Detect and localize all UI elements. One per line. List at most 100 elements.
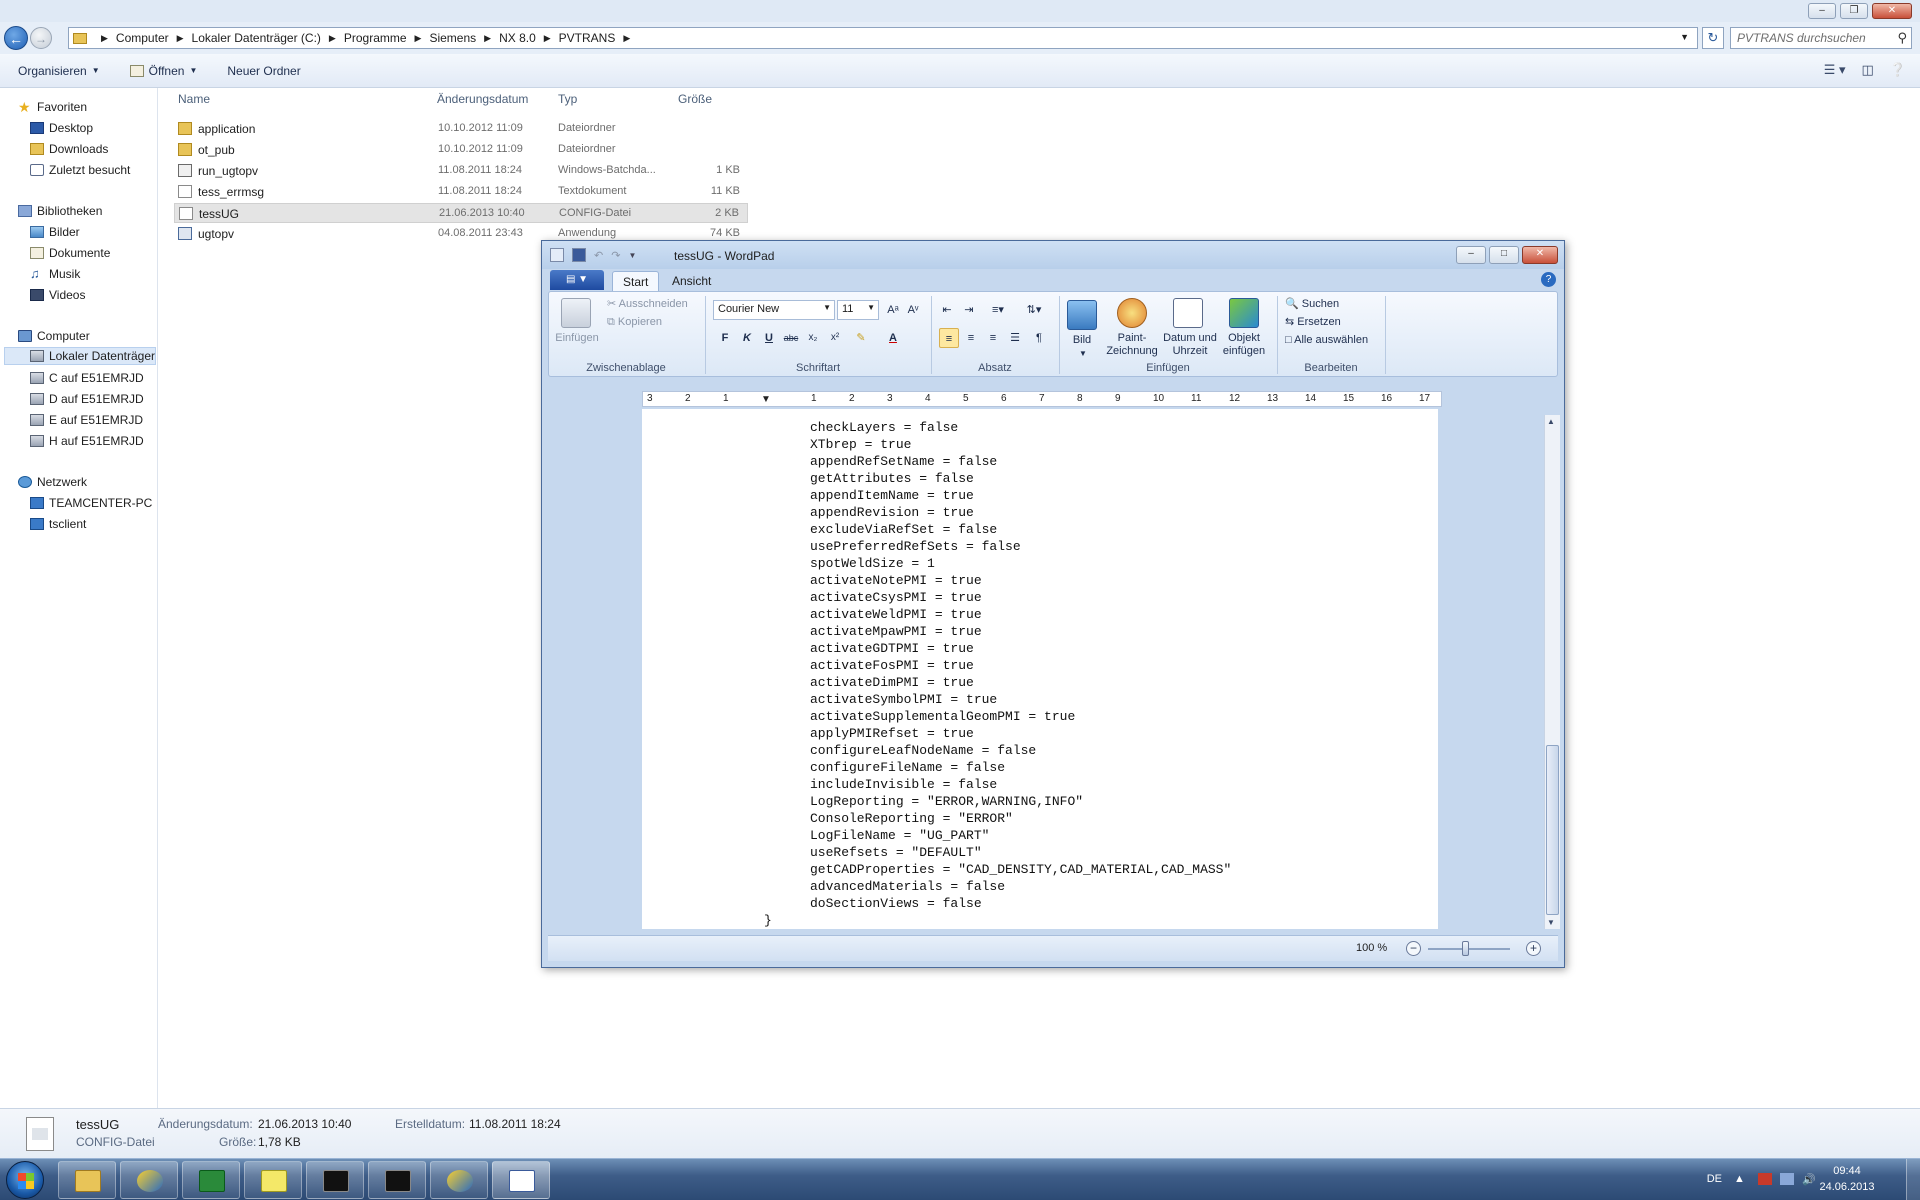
taskbar-cmd-1[interactable] [306, 1161, 364, 1199]
document-page[interactable]: checkLayers = false XTbrep = true appendRe… [642, 409, 1438, 929]
subscript-button[interactable]: x₂ [803, 328, 823, 348]
forward-button[interactable]: → [30, 27, 52, 49]
save-icon[interactable] [572, 248, 586, 262]
chevron-right-icon[interactable]: ▶ [484, 33, 491, 44]
chevron-right-icon[interactable]: ▶ [544, 33, 551, 44]
paste-button[interactable]: Einfügen [555, 332, 599, 345]
zoom-in-button[interactable]: + [1526, 941, 1541, 956]
file-row[interactable]: run_ugtopv 11.08.2011 18:24 Windows-Batc… [174, 161, 748, 181]
redo-icon[interactable]: ↷ [611, 249, 620, 262]
taskbar-excel[interactable] [182, 1161, 240, 1199]
nav-h-drive[interactable]: H auf E51EMRJD [30, 432, 144, 450]
decrease-indent-button[interactable]: ⇤ [937, 300, 957, 320]
file-row[interactable]: tess_errmsg 11.08.2011 18:24 Textdokumen… [174, 182, 748, 202]
chevron-down-icon[interactable]: ▼ [1680, 32, 1689, 42]
file-row-selected[interactable]: tessUG 21.06.2013 10:40 CONFIG-Datei 2 K… [174, 203, 748, 223]
breadcrumb-local-disk[interactable]: Lokaler Datenträger (C:) [192, 31, 321, 45]
nav-pictures[interactable]: Bilder [30, 223, 80, 241]
tab-start[interactable]: Start [612, 271, 660, 291]
minimize-button[interactable]: – [1808, 3, 1836, 19]
indent-marker-icon[interactable]: ▼ [761, 394, 771, 405]
align-right-button[interactable]: ≡ [983, 328, 1003, 348]
search-icon[interactable]: ⚲ [1897, 30, 1907, 46]
cut-button[interactable]: ✂ Ausschneiden [607, 298, 688, 311]
refresh-button[interactable]: ↻ [1702, 27, 1724, 49]
network-status-icon[interactable] [1780, 1173, 1794, 1185]
nav-computer[interactable]: Computer [18, 327, 90, 345]
line-spacing-button[interactable]: ⇅▾ [1019, 300, 1049, 320]
column-header-size[interactable]: Größe [678, 92, 712, 110]
show-desktop-button[interactable] [1906, 1159, 1920, 1200]
zoom-out-button[interactable]: − [1406, 941, 1421, 956]
open-button[interactable]: Öffnen ▼ [129, 64, 197, 78]
underline-button[interactable]: U [759, 328, 779, 348]
select-all-button[interactable]: □ Alle auswählen [1285, 334, 1368, 347]
nav-e-drive[interactable]: E auf E51EMRJD [30, 411, 143, 429]
paint-drawing-button[interactable]: Paint- Zeichnung [1103, 332, 1161, 358]
undo-icon[interactable]: ↶ [594, 249, 603, 262]
show-hidden-icons-icon[interactable]: ▲ [1734, 1173, 1748, 1185]
nav-desktop[interactable]: Desktop [30, 119, 93, 137]
nav-d-drive[interactable]: D auf E51EMRJD [30, 390, 144, 408]
clock-date[interactable]: 24.06.2013 [1812, 1181, 1882, 1193]
new-folder-button[interactable]: Neuer Ordner [227, 64, 300, 78]
taskbar-notes[interactable] [244, 1161, 302, 1199]
chevron-right-icon[interactable]: ▶ [415, 33, 422, 44]
chevron-right-icon[interactable]: ▶ [329, 33, 336, 44]
increase-indent-button[interactable]: ⇥ [959, 300, 979, 320]
view-options-icon[interactable]: ☰ ▾ [1824, 62, 1846, 78]
search-input[interactable]: PVTRANS durchsuchen ⚲ [1730, 27, 1912, 49]
font-size-select[interactable]: 11 ▼ [837, 300, 879, 320]
nav-favorites[interactable]: ★ Favoriten [18, 98, 87, 116]
breadcrumb-programme[interactable]: Programme [344, 31, 407, 45]
help-icon[interactable]: ? [1541, 272, 1556, 287]
insert-object-button[interactable]: Objekt einfügen [1219, 332, 1269, 358]
action-center-icon[interactable] [1758, 1173, 1772, 1185]
file-row[interactable]: ot_pub 10.10.2012 11:09 Dateiordner [174, 140, 748, 160]
paragraph-button[interactable]: ¶ [1029, 328, 1049, 348]
back-button[interactable]: ← [4, 26, 28, 50]
justify-button[interactable]: ☰ [1005, 328, 1025, 348]
scroll-up-arrow[interactable]: ▲ [1547, 417, 1555, 426]
file-row[interactable]: application 10.10.2012 11:09 Dateiordner [174, 119, 748, 139]
find-button[interactable]: 🔍 Suchen [1285, 298, 1339, 311]
chevron-down-icon[interactable]: ▼ [1079, 347, 1087, 360]
taskbar-pvtrans[interactable] [430, 1161, 488, 1199]
ruler[interactable]: 3 2 1 1 2 3 4 5 6 7 8 9 10 11 12 13 14 15 16 17 ▼ [642, 391, 1442, 407]
breadcrumb-pvtrans[interactable]: PVTRANS [559, 31, 616, 45]
nav-documents[interactable]: Dokumente [30, 244, 110, 262]
chevron-down-icon[interactable]: ▼ [628, 251, 636, 260]
breadcrumb-computer[interactable]: Computer [116, 31, 169, 45]
strikethrough-button[interactable]: abc [781, 328, 801, 348]
minimize-button[interactable]: – [1456, 246, 1486, 264]
highlight-color-button[interactable]: ✎ [851, 328, 871, 348]
superscript-button[interactable]: x² [825, 328, 845, 348]
nav-local-disk[interactable]: Lokaler Datenträger [4, 347, 156, 365]
calendar-icon[interactable] [1173, 298, 1203, 328]
datetime-button[interactable]: Datum und Uhrzeit [1161, 332, 1219, 358]
breadcrumb-siemens[interactable]: Siemens [429, 31, 476, 45]
nav-tsclient[interactable]: tsclient [30, 515, 86, 533]
tab-view[interactable]: Ansicht [662, 271, 721, 291]
taskbar-nx[interactable] [120, 1161, 178, 1199]
nav-recent[interactable]: Zuletzt besucht [30, 161, 130, 179]
paste-icon[interactable] [561, 298, 591, 328]
bullets-button[interactable]: ≡▾ [983, 300, 1013, 320]
object-icon[interactable] [1229, 298, 1259, 328]
organize-button[interactable]: Organisieren ▼ [18, 64, 100, 78]
app-menu-button[interactable]: ▤ ▼ [550, 270, 604, 290]
nav-teamcenter[interactable]: TEAMCENTER-PC [30, 494, 152, 512]
restore-button[interactable]: ❐ [1840, 3, 1868, 19]
close-button[interactable]: ✕ [1872, 3, 1912, 19]
font-family-select[interactable]: Courier New ▼ [713, 300, 835, 320]
clock-time[interactable]: 09:44 [1812, 1165, 1882, 1177]
taskbar-explorer[interactable] [58, 1161, 116, 1199]
start-button[interactable] [6, 1161, 44, 1199]
column-header-name[interactable]: Name [178, 92, 210, 110]
column-header-type[interactable]: Typ [558, 92, 577, 110]
address-bar[interactable]: ▶ Computer ▶ Lokaler Datenträger (C:) ▶ … [68, 27, 1698, 49]
taskbar-cmd-2[interactable] [368, 1161, 426, 1199]
paint-icon[interactable] [1117, 298, 1147, 328]
picture-button[interactable]: Bild [1067, 334, 1097, 347]
taskbar-wordpad[interactable] [492, 1161, 550, 1199]
